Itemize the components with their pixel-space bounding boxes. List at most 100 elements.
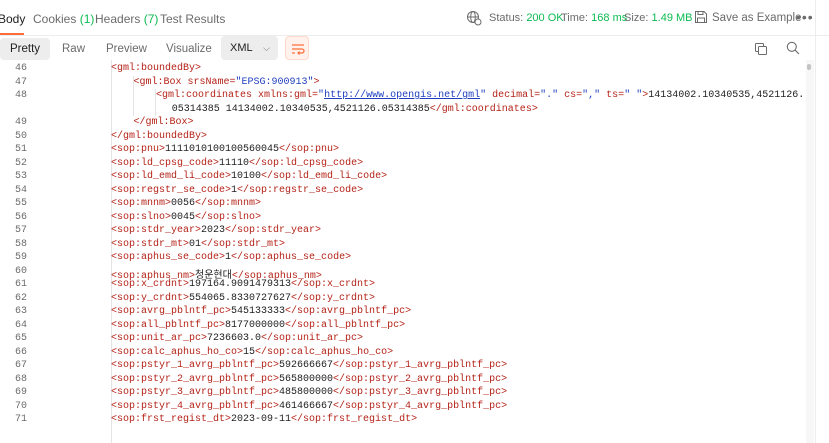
- tab-cookies[interactable]: Cookies (1): [33, 12, 94, 26]
- code-token-tag: <sop:y_crdnt>: [111, 292, 190, 304]
- code-token-tag: </sop:slno>: [195, 211, 262, 223]
- code-text: <sop:frst_regist_dt>2023-09-11</sop:frst…: [111, 414, 417, 425]
- size-label: Size:: [624, 12, 649, 24]
- code-token-aval: ".": [540, 90, 559, 101]
- line-number: 55: [14, 198, 27, 209]
- code-line: 63 <sop:avrg_pblntf_pc>545133333</sop:avr…: [0, 306, 806, 320]
- code-token-plain: 545133333: [231, 306, 286, 317]
- tab-test-results[interactable]: Test Results: [160, 12, 225, 26]
- line-number: 62: [14, 292, 27, 304]
- tab-body[interactable]: Body: [0, 12, 25, 26]
- code-token-tag: </sop:pstyr_1_avrg_pblntf_pc>: [333, 360, 508, 371]
- code-token-attr: cs=: [558, 90, 583, 101]
- tab-headers-count: (7): [143, 12, 159, 26]
- vertical-scrollbar[interactable]: [806, 60, 814, 443]
- code-token-tag: </sop:mnnm>: [195, 198, 262, 209]
- search-icon[interactable]: [786, 41, 800, 55]
- line-number: 60: [14, 265, 27, 277]
- more-horizontal-icon[interactable]: •••: [796, 9, 814, 25]
- panel-divider: [815, 0, 816, 443]
- code-text: 05314385 14134002.10340535,4521126.05314…: [172, 104, 538, 115]
- line-number: 65: [14, 333, 27, 344]
- globe-network-icon[interactable]: [466, 10, 482, 26]
- code-token-plain: 0045: [171, 211, 196, 223]
- line-number: 46: [14, 63, 27, 74]
- code-line: 69 <sop:pstyr_3_avrg_pblntf_pc>485800000<…: [0, 387, 806, 401]
- tab-test-results-label: Test Results: [160, 12, 226, 26]
- code-token-tag: </gml:coordinates>: [429, 103, 538, 115]
- code-line: 66 <sop:calc_aphus_ho_co>15</sop:calc_aph…: [0, 347, 806, 361]
- code-text: <sop:calc_aphus_ho_co>15</sop:calc_aphus…: [111, 347, 393, 358]
- view-visualize-button[interactable]: Visualize: [156, 38, 222, 60]
- tab-headers[interactable]: Headers (7): [95, 12, 158, 26]
- line-number: 53: [14, 171, 27, 182]
- save-as-example-button[interactable]: Save as Example: [712, 12, 802, 24]
- code-text: <sop:pstyr_2_avrg_pblntf_pc>565800000</s…: [111, 374, 507, 385]
- code-line: 46 <gml:boundedBy>: [0, 63, 806, 77]
- line-number: 58: [14, 238, 27, 250]
- code-line: 70 <sop:pstyr_4_avrg_pblntf_pc>461466667<…: [0, 401, 806, 415]
- code-token-tag: <sop:pnu>: [111, 144, 166, 155]
- format-select[interactable]: XML ⌵: [221, 36, 278, 60]
- code-text: <sop:all_pblntf_pc>8177000000</sop:all_p…: [111, 320, 405, 331]
- time-indicator[interactable]: Time: 168 ms: [561, 12, 627, 24]
- code-token-link[interactable]: http://www.opengis.net/gml: [324, 90, 480, 101]
- code-token-tag: </sop:y_crdnt>: [291, 292, 376, 304]
- code-line: 67 <sop:pstyr_1_avrg_pblntf_pc>592666667<…: [0, 360, 806, 374]
- code-token-tag: </sop:ld_cpsg_code>: [249, 157, 364, 169]
- code-text: <sop:aphus_se_code>1</sop:aphus_se_code>: [111, 252, 351, 263]
- view-raw-button[interactable]: Raw: [52, 38, 95, 60]
- code-token-tag: <gml:boundedBy>: [111, 63, 202, 74]
- code-text: <gml:Box srsName="EPSG:900913">: [134, 77, 320, 88]
- code-token-tag: <sop:pstyr_2_avrg_pblntf_pc>: [111, 373, 280, 385]
- code-text: <sop:stdr_mt>01</sop:stdr_mt>: [111, 239, 285, 250]
- code-text: <gml:boundedBy>: [111, 63, 201, 74]
- code-token-tag: <gml:Box: [133, 76, 188, 88]
- code-token-plain: 8177000000: [225, 319, 286, 331]
- code-token-attr: xmlns:gml=: [258, 90, 319, 101]
- code-token-tag: </sop:frst_regist_dt>: [291, 414, 418, 425]
- code-token-tag: </sop:pstyr_2_avrg_pblntf_pc>: [333, 373, 508, 385]
- scrollbar-thumb[interactable]: [807, 64, 811, 70]
- code-token-tag: <sop:ld_emd_li_code>: [111, 171, 232, 182]
- time-label: Time:: [561, 12, 589, 24]
- code-token-attr: ts=: [600, 90, 625, 101]
- code-line: 62 <sop:y_crdnt>554065.8330727627</sop:y_…: [0, 293, 806, 307]
- line-number: 51: [14, 144, 27, 155]
- line-number: 54: [14, 184, 27, 196]
- code-text: </gml:Box>: [134, 117, 194, 128]
- tab-headers-label: Headers: [95, 12, 141, 26]
- code-line: 65 <sop:unit_ar_pc>7236603.0</sop:unit_ar…: [0, 333, 806, 347]
- code-token-tag: <sop:stdr_mt>: [111, 238, 190, 250]
- code-token-tag: <sop:pstyr_4_avrg_pblntf_pc>: [111, 400, 280, 412]
- code-text: <sop:x_crdnt>197164.9091479313</sop:x_cr…: [111, 279, 375, 290]
- copy-icon[interactable]: [754, 42, 768, 56]
- code-token-plain: 461466667: [279, 400, 334, 412]
- response-body-code[interactable]: 46 <gml:boundedBy> 47 <gml:Box srsName="EPS…: [0, 60, 806, 443]
- code-line: 49 </gml:Box>: [0, 117, 806, 131]
- code-token-tag: </sop:aphus_se_code>: [231, 252, 352, 263]
- size-indicator[interactable]: Size: 1.49 MB: [624, 12, 693, 24]
- view-preview-button[interactable]: Preview: [96, 38, 157, 60]
- line-number: 63: [14, 306, 27, 317]
- code-line: 57 <sop:stdr_year>2023</sop:stdr_year>: [0, 225, 806, 239]
- code-token-tag: <sop:slno>: [111, 211, 172, 223]
- save-icon: [695, 11, 707, 23]
- code-line: 68 <sop:pstyr_2_avrg_pblntf_pc>565800000<…: [0, 374, 806, 388]
- line-number: 61: [14, 279, 27, 290]
- code-line: 53 <sop:ld_emd_li_code>10100</sop:ld_emd_…: [0, 171, 806, 185]
- status-indicator[interactable]: Status: 200 OK: [489, 12, 564, 24]
- code-token-tag: <gml:coordinates: [156, 90, 259, 101]
- code-token-tag: </sop:unit_ar_pc>: [261, 333, 364, 344]
- code-token-plain: 0056: [171, 198, 196, 209]
- code-line: 51 <sop:pnu>1111010100100560045</sop:pnu>: [0, 144, 806, 158]
- view-pretty-button[interactable]: Pretty: [0, 38, 51, 60]
- code-token-plain: 01: [189, 238, 202, 250]
- code-token-tag: </sop:pnu>: [279, 144, 340, 155]
- code-line: 58 <sop:stdr_mt>01</sop:stdr_mt>: [0, 239, 806, 253]
- code-token-tag: </sop:all_pblntf_pc>: [285, 319, 406, 331]
- wrap-lines-button[interactable]: [285, 36, 309, 60]
- code-token-plain: 1111010100100560045: [165, 144, 280, 155]
- code-text: <gml:coordinates xmlns:gml="http://www.o…: [156, 90, 804, 101]
- code-text: <sop:slno>0045</sop:slno>: [111, 212, 261, 223]
